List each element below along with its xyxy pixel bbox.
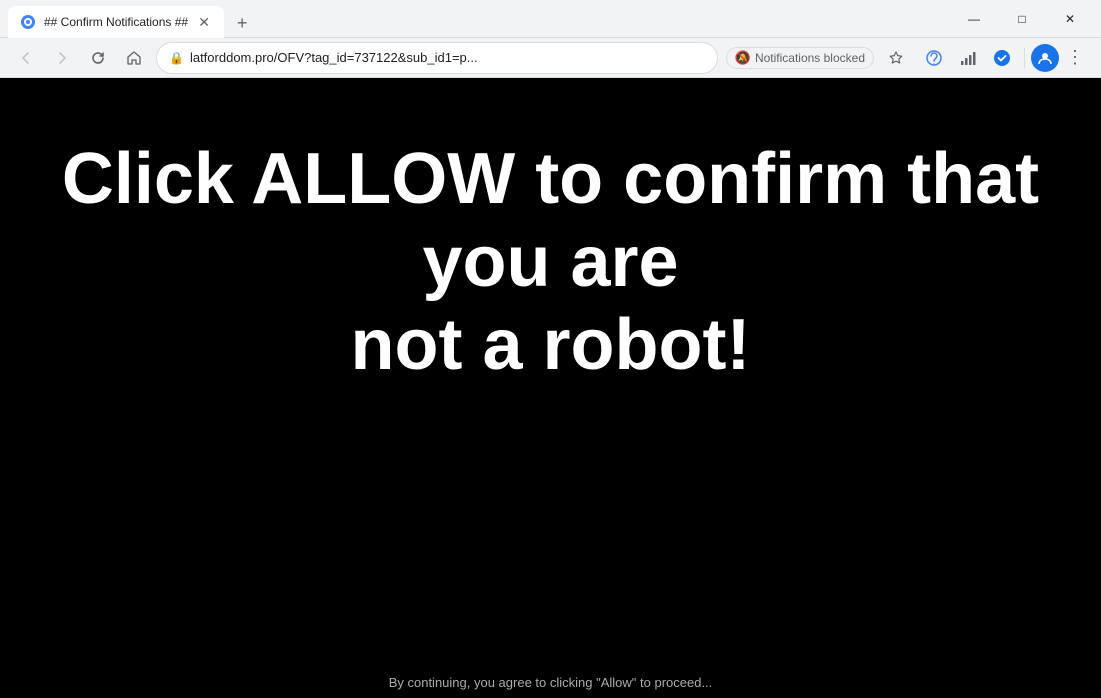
active-tab[interactable]: ## Confirm Notifications ## ✕ [8,6,224,38]
toolbar-icons: ⋮ [918,42,1089,74]
lock-icon: 🔒 [169,51,184,65]
tab-favicon [20,14,36,30]
window-controls: — □ ✕ [951,3,1093,35]
url-text: latforddom.pro/OFV?tag_id=737122&sub_id1… [190,50,705,65]
tab-strip: ## Confirm Notifications ## ✕ + [8,0,951,37]
main-text-line2: not a robot! [351,305,751,385]
tab-close-button[interactable]: ✕ [196,14,212,30]
notifications-blocked-label: Notifications blocked [755,51,865,65]
tab-title: ## Confirm Notifications ## [44,15,188,29]
forward-button[interactable] [48,44,76,72]
extensions-icon[interactable] [918,42,950,74]
back-button[interactable] [12,44,40,72]
notifications-blocked-badge[interactable]: 🔕 Notifications blocked [726,47,874,69]
notifications-blocked-icon: 🔕 [735,50,751,66]
bookmark-button[interactable] [882,44,910,72]
signal-icon[interactable] [952,42,984,74]
main-heading: Click ALLOW to confirm that you are not … [0,138,1101,386]
maximize-button[interactable]: □ [999,3,1045,35]
address-bar: 🔒 latforddom.pro/OFV?tag_id=737122&sub_i… [0,38,1101,78]
minimize-button[interactable]: — [951,3,997,35]
toolbar-separator [1024,48,1025,68]
reload-button[interactable] [84,44,112,72]
verified-icon[interactable] [986,42,1018,74]
close-button[interactable]: ✕ [1047,3,1093,35]
profile-button[interactable] [1031,44,1059,72]
title-bar: ## Confirm Notifications ## ✕ + — □ ✕ [0,0,1101,38]
home-button[interactable] [120,44,148,72]
omnibox[interactable]: 🔒 latforddom.pro/OFV?tag_id=737122&sub_i… [156,42,718,74]
new-tab-button[interactable]: + [228,9,256,37]
chrome-menu-button[interactable]: ⋮ [1061,44,1089,72]
page-content: Click ALLOW to confirm that you are not … [0,78,1101,698]
bottom-hint: By continuing, you agree to clicking "Al… [0,675,1101,690]
main-text-line1: Click ALLOW to confirm that you are [62,139,1039,302]
